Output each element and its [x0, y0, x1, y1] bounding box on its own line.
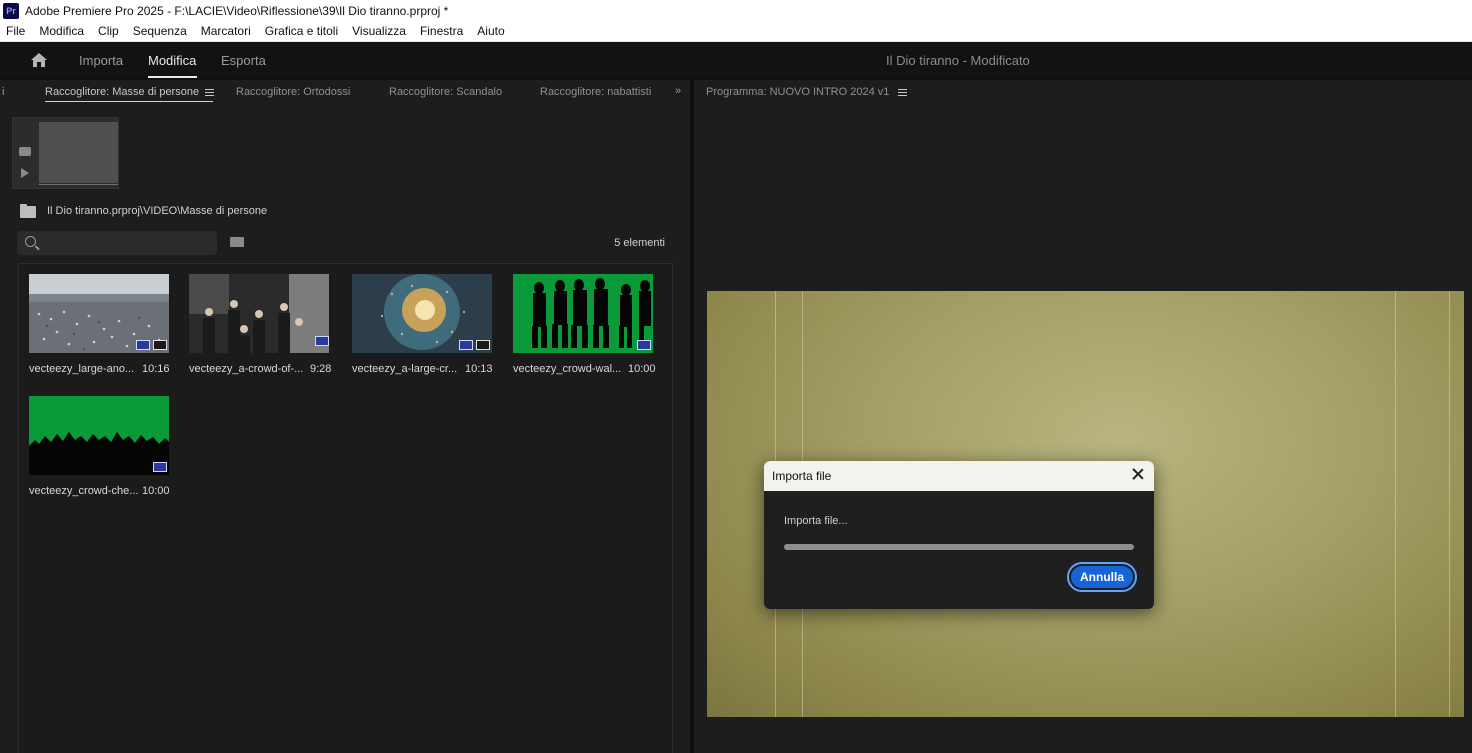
workspace-tab-modifica[interactable]: Modifica — [148, 53, 196, 68]
tab-bin-ortodossi[interactable]: Raccoglitore: Ortodossi — [236, 86, 350, 98]
import-progress-fill — [784, 544, 1134, 550]
clip-duration: 9:28 — [310, 363, 332, 375]
video-badge-icon — [315, 336, 329, 346]
cancel-button[interactable]: Annulla — [1067, 562, 1137, 592]
panel-menu-icon[interactable] — [205, 89, 214, 96]
tab-bin-masse-di-persone[interactable]: Raccoglitore: Masse di persone — [45, 86, 199, 98]
menu-visualizza[interactable]: Visualizza — [352, 24, 406, 38]
audio-badge-icon — [476, 340, 490, 350]
poster-frame-camera-icon[interactable] — [19, 147, 31, 156]
video-badge-icon — [637, 340, 651, 350]
workspace-tab-esporta[interactable]: Esporta — [221, 53, 266, 68]
play-icon[interactable] — [21, 168, 29, 178]
clip-name: vecteezy_a-crowd-of-... — [189, 363, 304, 375]
project-bin-panel: i Raccoglitore: Masse di persone Raccogl… — [0, 80, 690, 753]
clip-name: vecteezy_a-large-cr... — [352, 363, 458, 375]
menu-finestra[interactable]: Finestra — [420, 24, 463, 38]
clip-grid: vecteezy_large-ano... 10:16 vecteezy_a-c… — [18, 263, 673, 753]
more-tabs-icon[interactable]: » — [675, 85, 681, 97]
clip-thumbnail[interactable] — [513, 274, 653, 353]
preview-scrubber[interactable] — [39, 184, 118, 185]
menu-grafica-e-titoli[interactable]: Grafica e titoli — [265, 24, 338, 38]
dialog-title: Importa file — [772, 469, 832, 483]
new-bin-icon[interactable] — [230, 237, 244, 247]
menu-marcatori[interactable]: Marcatori — [201, 24, 251, 38]
cancel-button-label: Annulla — [1071, 566, 1133, 588]
film-scratch — [1395, 291, 1396, 717]
clip-name: vecteezy_crowd-wal... — [513, 363, 622, 375]
active-bin-underline — [45, 101, 213, 102]
home-icon[interactable] — [30, 52, 48, 68]
tab-bin-scandalo[interactable]: Raccoglitore: Scandalo — [389, 86, 502, 98]
title-bar: Pr Adobe Premiere Pro 2025 - F:\LACIE\Vi… — [0, 0, 1472, 21]
video-badge-icon — [153, 462, 167, 472]
program-monitor-title[interactable]: Programma: NUOVO INTRO 2024 v1 — [706, 86, 889, 98]
truncated-tab[interactable]: i — [2, 86, 4, 98]
film-scratch — [1449, 291, 1450, 717]
workspace-header: Importa Modifica Esporta Il Dio tiranno … — [0, 42, 1472, 78]
workspace-tab-importa[interactable]: Importa — [79, 53, 123, 68]
clip-duration: 10:13 — [465, 363, 493, 375]
bin-folder-icon — [20, 204, 36, 218]
menu-clip[interactable]: Clip — [98, 24, 119, 38]
item-count: 5 elementi — [614, 237, 665, 249]
clip-name: vecteezy_large-ano... — [29, 363, 135, 375]
dialog-header: Importa file — [764, 461, 1154, 491]
search-icon — [25, 236, 36, 247]
import-status-text: Importa file... — [784, 515, 848, 527]
video-badge-icon — [136, 340, 150, 350]
menu-file[interactable]: File — [6, 24, 25, 38]
preview-area — [12, 117, 119, 189]
premiere-window: Pr Adobe Premiere Pro 2025 - F:\LACIE\Vi… — [0, 0, 1472, 753]
bin-tab-row: i Raccoglitore: Masse di persone Raccogl… — [0, 80, 690, 104]
clip-name: vecteezy_crowd-che... — [29, 485, 139, 497]
menu-modifica[interactable]: Modifica — [39, 24, 84, 38]
clip-duration: 10:00 — [628, 363, 656, 375]
preview-thumbnail — [39, 122, 118, 183]
menu-bar: File Modifica Clip Sequenza Marcatori Gr… — [0, 21, 1472, 42]
premiere-app-icon: Pr — [3, 2, 19, 19]
clip-duration: 10:16 — [142, 363, 170, 375]
program-monitor-panel: Programma: NUOVO INTRO 2024 v1 — [694, 80, 1472, 753]
program-menu-icon[interactable] — [898, 89, 907, 96]
menu-aiuto[interactable]: Aiuto — [477, 24, 504, 38]
clip-thumbnail[interactable] — [29, 396, 169, 475]
import-progress-bar — [784, 544, 1134, 550]
clip-thumbnail[interactable] — [189, 274, 329, 353]
bin-path: Il Dio tiranno.prproj\VIDEO\Masse di per… — [47, 205, 268, 217]
video-badge-icon — [459, 340, 473, 350]
search-input[interactable] — [17, 231, 217, 255]
import-file-dialog: Importa file Importa file... Annulla — [764, 461, 1154, 609]
tab-bin-nabattisti[interactable]: Raccoglitore: nabattisti — [540, 86, 651, 98]
audio-badge-icon — [153, 340, 167, 350]
window-title: Adobe Premiere Pro 2025 - F:\LACIE\Video… — [25, 3, 449, 18]
project-title: Il Dio tiranno - Modificato — [886, 53, 1030, 68]
close-icon[interactable] — [1131, 467, 1145, 481]
clip-duration: 10:00 — [142, 485, 170, 497]
menu-sequenza[interactable]: Sequenza — [133, 24, 187, 38]
